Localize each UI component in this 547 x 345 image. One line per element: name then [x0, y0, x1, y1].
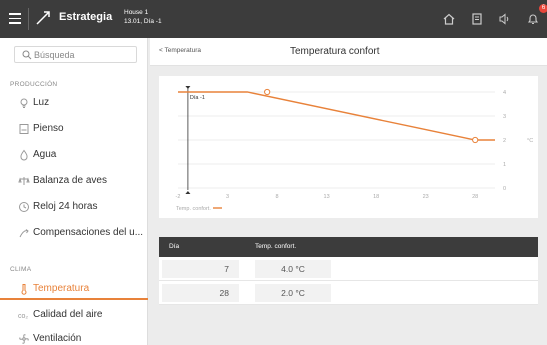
current-day-marker-top	[185, 86, 191, 89]
chart-card: 4 3 2 1 0 -2 3 8 13 18 23 28 °C Día -1 Temp. confort.	[159, 76, 538, 218]
sidebar-item-label: Luz	[33, 97, 50, 108]
x-tick-label: 23	[423, 194, 429, 200]
table-row: 7 4.0 °C	[159, 257, 538, 281]
current-day-marker-bottom	[185, 191, 191, 194]
app-title: Estrategia	[59, 11, 113, 23]
sidebar-item-label: Temperatura	[33, 283, 90, 294]
sidebar-item-label: Agua	[33, 149, 57, 160]
temp-input[interactable]: 2.0 °C	[255, 284, 331, 302]
y-tick-label: 4	[503, 90, 506, 96]
search-icon	[22, 50, 32, 60]
sidebar-item-label: Ventilación	[33, 333, 82, 344]
house-info[interactable]: House 1 13.01, Día -1	[124, 9, 162, 26]
sidebar-item-label: Balanza de aves	[33, 175, 107, 186]
y-tick-label: 1	[503, 162, 506, 168]
x-tick-label: 8	[276, 194, 279, 200]
sidebar-item-label: Reloj 24 horas	[33, 201, 98, 212]
scale-icon	[18, 177, 30, 185]
sidebar: Búsqueda PRODUCCIÓN Luz Pienso Agua Bala…	[0, 38, 148, 345]
top-bar: Estrategia House 1 13.01, Día -1 6	[0, 0, 547, 38]
y-tick-label: 3	[503, 114, 506, 120]
fan-icon	[19, 334, 29, 344]
house-name: House 1	[124, 9, 149, 16]
water-drop-icon	[20, 149, 28, 161]
strategy-icon	[36, 11, 50, 25]
current-day-label: Día -1	[190, 95, 205, 101]
notification-badge: 6	[539, 4, 547, 13]
sidebar-item-reloj[interactable]: Reloj 24 horas	[0, 196, 148, 218]
search-placeholder: Búsqueda	[34, 50, 75, 60]
document-icon[interactable]	[470, 12, 484, 26]
compensation-icon	[19, 229, 29, 238]
temperature-chart[interactable]: 4 3 2 1 0 -2 3 8 13 18 23 28 °C Día -1 Temp. confort.	[159, 76, 538, 218]
x-tick-label: 13	[324, 194, 330, 200]
page-title: Temperatura confort	[290, 46, 380, 57]
menu-icon[interactable]	[9, 13, 21, 24]
main-content: < Temperatura Temperatura confort 4 3 2 1 0 -…	[150, 38, 547, 345]
y-tick-label: 0	[503, 186, 506, 192]
co2-icon: co₂	[18, 313, 28, 320]
section-title-clima: CLIMA	[10, 266, 32, 273]
x-tick-label: 3	[226, 194, 229, 200]
sidebar-item-pienso[interactable]: Pienso	[0, 118, 148, 140]
section-title-produccion: PRODUCCIÓN	[10, 81, 58, 88]
data-point	[472, 136, 479, 144]
sidebar-item-luz[interactable]: Luz	[0, 92, 148, 114]
y-tick-label: 2	[503, 138, 506, 144]
temp-input[interactable]: 4.0 °C	[255, 260, 331, 278]
sidebar-item-compensaciones[interactable]: Compensaciones del u...	[0, 222, 148, 244]
sidebar-item-temperatura[interactable]: Temperatura	[0, 278, 148, 300]
sidebar-item-ventilacion[interactable]: Ventilación	[0, 328, 148, 345]
column-header-temp: Temp. confort.	[255, 243, 297, 250]
sound-icon[interactable]	[497, 12, 511, 26]
legend-label: Temp. confort.	[176, 206, 211, 212]
svg-text:co₂: co₂	[18, 313, 28, 320]
feed-icon	[19, 124, 29, 134]
breadcrumb: < Temperatura Temperatura confort	[150, 38, 547, 66]
x-tick-label: 18	[373, 194, 379, 200]
back-link[interactable]: < Temperatura	[159, 47, 201, 54]
x-tick-label: 28	[472, 194, 478, 200]
x-tick-label: -2	[176, 194, 181, 200]
day-input[interactable]: 28	[162, 284, 239, 302]
table-header: Día Temp. confort.	[159, 237, 538, 257]
day-input[interactable]: 7	[162, 260, 239, 278]
sidebar-item-calidad-aire[interactable]: co₂ Calidad del aire	[0, 304, 148, 326]
column-header-dia: Día	[169, 243, 180, 250]
clock-icon	[19, 202, 29, 212]
sidebar-item-balanza[interactable]: Balanza de aves	[0, 170, 148, 192]
house-date: 13.01, Día -1	[124, 17, 162, 25]
sidebar-item-label: Pienso	[33, 123, 64, 134]
sidebar-item-agua[interactable]: Agua	[0, 144, 148, 166]
sidebar-item-label: Calidad del aire	[33, 309, 103, 320]
unit-label: °C	[527, 138, 533, 144]
bell-icon[interactable]	[526, 12, 540, 26]
search-input[interactable]: Búsqueda	[14, 46, 137, 63]
data-point	[264, 88, 271, 96]
thermometer-icon	[21, 284, 27, 295]
home-icon[interactable]	[442, 12, 456, 26]
bulb-icon	[20, 98, 28, 108]
divider	[28, 8, 29, 30]
table-row: 28 2.0 °C	[159, 281, 538, 305]
sidebar-item-label: Compensaciones del u...	[33, 227, 144, 238]
